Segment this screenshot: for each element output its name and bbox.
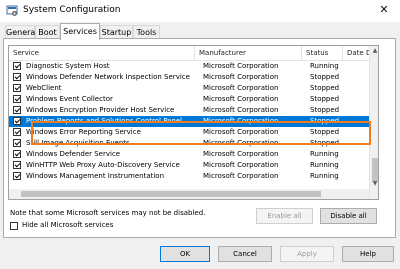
close-button[interactable]: ✕ <box>374 2 394 18</box>
service-status: Stopped <box>310 128 340 136</box>
service-row[interactable]: Still Image Acquisition Events Microsoft… <box>9 138 369 149</box>
tab-boot[interactable]: Boot <box>35 25 60 39</box>
hide-microsoft-services-label: Hide all Microsoft services <box>22 221 114 229</box>
service-manufacturer: Microsoft Corporation <box>203 139 279 147</box>
column-header-manufacturer[interactable]: Manufacturer <box>195 46 302 60</box>
service-status: Running <box>310 150 339 158</box>
cancel-button[interactable]: Cancel <box>218 246 272 262</box>
enable-all-button[interactable]: Enable all <box>256 208 313 224</box>
service-checkbox[interactable] <box>13 172 21 180</box>
column-header-service[interactable]: Service <box>9 46 195 60</box>
service-manufacturer: Microsoft Corporation <box>203 128 279 136</box>
service-manufacturer: Microsoft Corporation <box>203 161 279 169</box>
service-manufacturer: Microsoft Corporation <box>203 62 279 70</box>
service-row[interactable]: WinHTTP Web Proxy Auto-Discovery Service… <box>9 160 369 171</box>
list-header: Service Manufacturer Status Date D <box>9 46 378 61</box>
service-name: Windows Encryption Provider Host Service <box>26 106 175 114</box>
service-manufacturer: Microsoft Corporation <box>203 73 279 81</box>
vertical-scrollbar[interactable]: ▲ ▼ <box>369 46 378 199</box>
note-text: Note that some Microsoft services may no… <box>10 209 206 217</box>
service-status: Stopped <box>310 139 340 147</box>
service-manufacturer: Microsoft Corporation <box>203 95 279 103</box>
service-manufacturer: Microsoft Corporation <box>203 117 279 125</box>
window-title: System Configuration <box>23 5 121 15</box>
service-checkbox[interactable] <box>13 95 21 103</box>
system-config-icon <box>6 5 18 16</box>
service-checkbox[interactable] <box>13 150 21 158</box>
service-status: Running <box>310 161 339 169</box>
service-name: Windows Defender Network Inspection Serv… <box>26 73 190 81</box>
service-checkbox[interactable] <box>13 106 21 114</box>
service-rows: Diagnostic System Host Microsoft Corpora… <box>9 61 369 182</box>
service-manufacturer: Microsoft Corporation <box>203 84 279 92</box>
service-checkbox[interactable] <box>13 84 21 92</box>
service-name: Windows Management Instrumentation <box>26 172 165 180</box>
service-row[interactable]: Windows Event Collector Microsoft Corpor… <box>9 94 369 105</box>
tab-general[interactable]: General <box>5 25 38 39</box>
service-manufacturer: Microsoft Corporation <box>203 172 279 180</box>
service-status: Stopped <box>310 117 340 125</box>
service-row[interactable]: Windows Management Instrumentation Micro… <box>9 171 369 182</box>
service-row[interactable]: Windows Defender Network Inspection Serv… <box>9 72 369 83</box>
tab-startup[interactable]: Startup <box>100 25 133 39</box>
service-name: Problem Reports and Solutions Control Pa… <box>26 117 192 125</box>
service-row[interactable]: Windows Encryption Provider Host Service… <box>9 105 369 116</box>
tab-strip: General Boot Services Startup Tools <box>0 22 400 40</box>
system-configuration-window: System Configuration ✕ General Boot Serv… <box>0 0 400 269</box>
scroll-up-arrow-icon[interactable]: ▲ <box>370 46 378 56</box>
service-checkbox[interactable] <box>13 62 21 70</box>
scroll-down-arrow-icon[interactable]: ▼ <box>370 179 378 189</box>
horizontal-scrollbar[interactable] <box>9 189 369 199</box>
hide-microsoft-services-checkbox[interactable] <box>10 222 18 230</box>
service-status: Running <box>310 62 339 70</box>
ok-button[interactable]: OK <box>160 246 210 262</box>
service-name: Windows Defender Service <box>26 150 121 158</box>
service-checkbox[interactable] <box>13 139 21 147</box>
service-row[interactable]: Diagnostic System Host Microsoft Corpora… <box>9 61 369 72</box>
disable-all-button[interactable]: Disable all <box>320 208 377 224</box>
service-checkbox[interactable] <box>13 117 21 125</box>
close-icon: ✕ <box>379 3 389 16</box>
service-name: Diagnostic System Host <box>26 62 110 70</box>
column-header-status[interactable]: Status <box>302 46 343 60</box>
help-button[interactable]: Help <box>342 246 394 262</box>
service-manufacturer: Microsoft Corporation <box>203 150 279 158</box>
service-row-selected[interactable]: Problem Reports and Solutions Control Pa… <box>9 116 369 127</box>
apply-button[interactable]: Apply <box>280 246 334 262</box>
tab-tools[interactable]: Tools <box>133 25 160 39</box>
service-name: Still Image Acquisition Events <box>26 139 130 147</box>
service-name: Windows Error Reporting Service <box>26 128 141 136</box>
service-row[interactable]: Windows Defender Service Microsoft Corpo… <box>9 149 369 160</box>
service-status: Stopped <box>310 95 340 103</box>
horizontal-scroll-thumb[interactable] <box>21 191 321 197</box>
service-checkbox[interactable] <box>13 128 21 136</box>
service-name: Windows Event Collector <box>26 95 113 103</box>
service-row[interactable]: WebClient Microsoft Corporation Stopped <box>9 83 369 94</box>
service-status: Stopped <box>310 73 340 81</box>
service-status: Stopped <box>310 84 340 92</box>
tab-services[interactable]: Services <box>60 23 100 40</box>
services-list[interactable]: Service Manufacturer Status Date D Diagn… <box>8 45 379 200</box>
service-manufacturer: Microsoft Corporation <box>203 106 279 114</box>
service-row[interactable]: Windows Error Reporting Service Microsof… <box>9 127 369 138</box>
service-name: WebClient <box>26 84 62 92</box>
service-checkbox[interactable] <box>13 73 21 81</box>
service-status: Running <box>310 172 339 180</box>
service-checkbox[interactable] <box>13 161 21 169</box>
service-name: WinHTTP Web Proxy Auto-Discovery Service <box>26 161 180 169</box>
title-bar: System Configuration ✕ <box>0 0 400 22</box>
service-status: Stopped <box>310 106 340 114</box>
